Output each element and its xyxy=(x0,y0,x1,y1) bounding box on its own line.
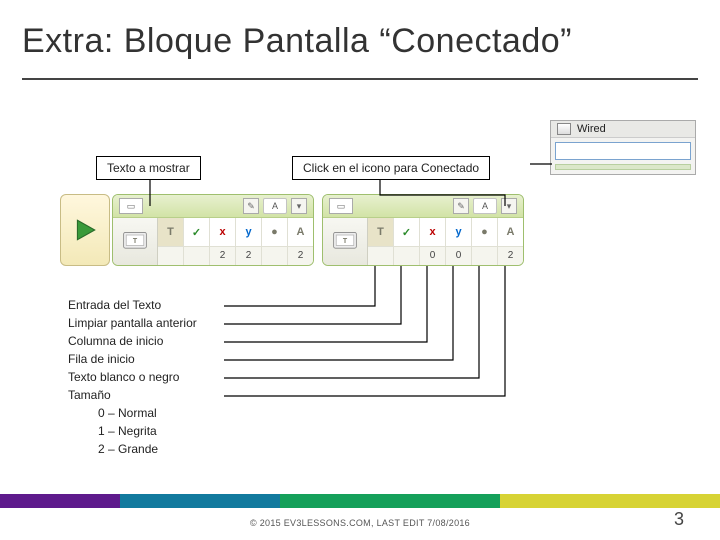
page-number: 3 xyxy=(674,509,684,530)
param-b-col[interactable]: x0 xyxy=(420,218,446,265)
param-b-clear[interactable]: ✓ xyxy=(394,218,420,265)
legend-col: Columna de inicio xyxy=(68,332,197,350)
wired-icon xyxy=(557,123,571,135)
legend-size-0: 0 – Normal xyxy=(68,404,197,422)
block-b-header: ▭ ✎ A ▾ xyxy=(323,195,523,218)
svg-text:T: T xyxy=(133,237,138,244)
size-icon: A xyxy=(288,218,313,246)
blocks-row: ▭ ✎ A ▾ T T ✓ x2 y2 ● A2 xyxy=(60,194,532,266)
page-title: Extra: Bloque Pantalla “Conectado” xyxy=(22,22,572,61)
play-icon xyxy=(72,217,98,243)
legend-color: Texto blanco o negro xyxy=(68,368,197,386)
size-icon: A xyxy=(498,218,523,246)
legend-clear: Limpiar pantalla anterior xyxy=(68,314,197,332)
param-b-color[interactable]: ● xyxy=(472,218,498,265)
eraser-icon: ✎ xyxy=(453,198,469,214)
block-a-port-icon: ▭ xyxy=(119,198,143,214)
color-icon: ● xyxy=(262,218,287,246)
param-a-color[interactable]: ● xyxy=(262,218,288,265)
param-b-size[interactable]: A2 xyxy=(498,218,523,265)
param-a-col[interactable]: x2 xyxy=(210,218,236,265)
text-param-icon: T xyxy=(368,218,393,246)
legend: Entrada del Texto Limpiar pantalla anter… xyxy=(68,296,197,458)
check-icon: ✓ xyxy=(394,218,419,246)
svg-text:T: T xyxy=(343,237,348,244)
display-icon[interactable]: T xyxy=(323,218,368,265)
block-a-text-field[interactable]: A xyxy=(263,198,287,214)
param-b-row[interactable]: y0 xyxy=(446,218,472,265)
footer-stripe xyxy=(0,494,720,508)
param-a-size[interactable]: A2 xyxy=(288,218,313,265)
display-icon[interactable]: T xyxy=(113,218,158,265)
display-block-b[interactable]: ▭ ✎ A ▾ T T ✓ x0 y0 ● A2 xyxy=(322,194,524,266)
connector-lines xyxy=(0,0,720,540)
y-icon: y xyxy=(446,218,471,246)
text-param-icon: T xyxy=(158,218,183,246)
legend-size-1: 1 – Negrita xyxy=(68,422,197,440)
check-icon: ✓ xyxy=(184,218,209,246)
param-a-row[interactable]: y2 xyxy=(236,218,262,265)
label-click-icono: Click en el icono para Conectado xyxy=(292,156,490,180)
legend-row: Fila de inicio xyxy=(68,350,197,368)
legend-size: Tamaño xyxy=(68,386,197,404)
wired-label: Wired xyxy=(577,123,606,135)
display-block-a[interactable]: ▭ ✎ A ▾ T T ✓ x2 y2 ● A2 xyxy=(112,194,314,266)
dropdown-icon[interactable]: ▾ xyxy=(291,198,307,214)
label-texto-a-mostrar: Texto a mostrar xyxy=(96,156,201,180)
wired-input[interactable] xyxy=(555,142,691,160)
param-b-text[interactable]: T xyxy=(368,218,394,265)
x-icon: x xyxy=(420,218,445,246)
eraser-icon: ✎ xyxy=(243,198,259,214)
legend-text-input: Entrada del Texto xyxy=(68,296,197,314)
x-icon: x xyxy=(210,218,235,246)
block-a-params: T ✓ x2 y2 ● A2 xyxy=(158,218,313,265)
param-a-text[interactable]: T xyxy=(158,218,184,265)
start-block[interactable] xyxy=(60,194,110,266)
wired-header: Wired xyxy=(551,121,695,138)
legend-size-2: 2 – Grande xyxy=(68,440,197,458)
wired-scrollbar[interactable] xyxy=(555,164,691,170)
y-icon: y xyxy=(236,218,261,246)
block-b-params: T ✓ x0 y0 ● A2 xyxy=(368,218,523,265)
block-b-port-icon: ▭ xyxy=(329,198,353,214)
block-a-header: ▭ ✎ A ▾ xyxy=(113,195,313,218)
footer-text: © 2015 EV3LESSONS.COM, LAST EDIT 7/08/20… xyxy=(0,518,720,528)
param-a-clear[interactable]: ✓ xyxy=(184,218,210,265)
dropdown-icon[interactable]: ▾ xyxy=(501,198,517,214)
color-icon: ● xyxy=(472,218,497,246)
wired-panel: Wired xyxy=(550,120,696,175)
block-b-text-field[interactable]: A xyxy=(473,198,497,214)
title-rule xyxy=(22,78,698,80)
